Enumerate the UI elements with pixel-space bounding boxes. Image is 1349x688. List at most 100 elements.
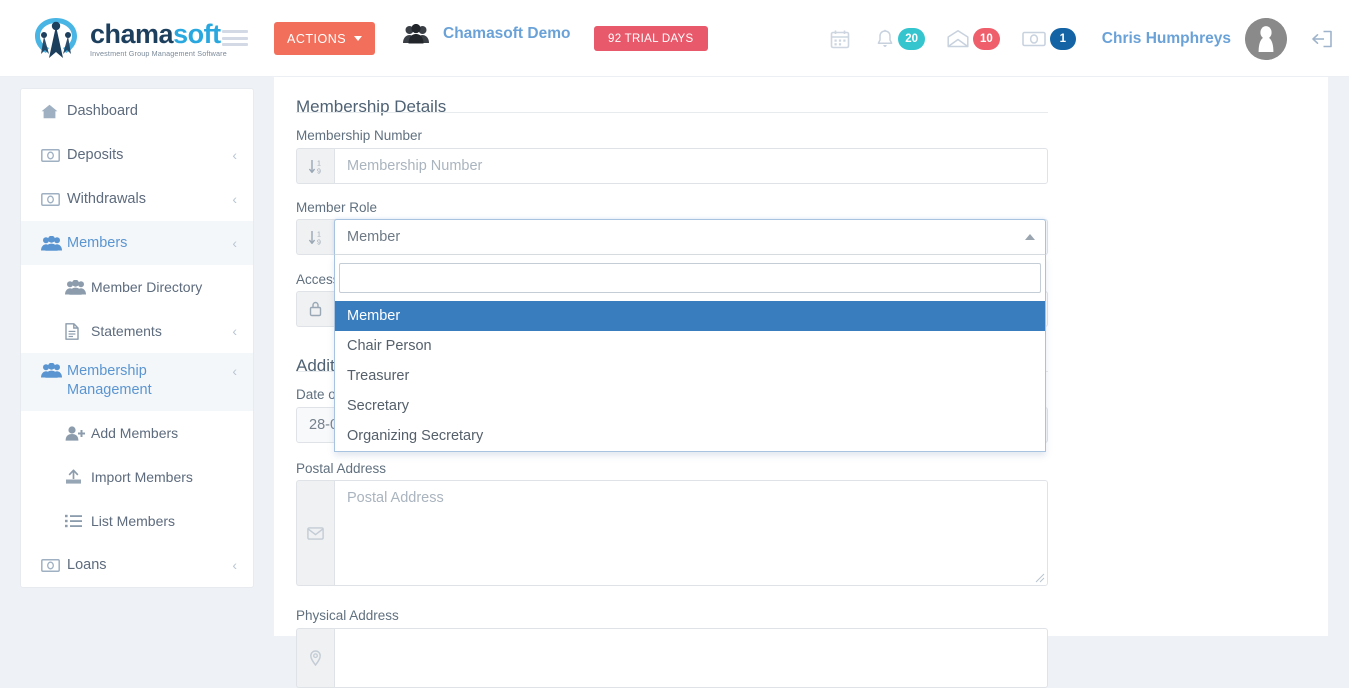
dropdown-option[interactable]: Secretary [335,391,1045,421]
membership-number-label: Membership Number [296,128,423,143]
notifications-button[interactable]: 20 [876,27,925,50]
messages-badge: 10 [973,27,1000,50]
lock-icon [296,291,334,327]
logo-word-chama: chama [90,18,174,49]
trial-days-badge[interactable]: 92 TRIAL DAYS [594,26,708,51]
current-group[interactable]: Chamasoft Demo [403,24,570,44]
member-role-dropdown: Member Chair Person Treasurer Secretary Orga… [334,255,1046,452]
sidebar-item-label: Statements [91,323,162,339]
group-icon [65,279,91,295]
menu-toggle-icon[interactable] [222,27,248,49]
map-marker-icon [296,628,334,688]
sidebar-item-membership-management[interactable]: Membership Management ‹ [21,353,253,411]
calendar-icon [830,30,850,48]
chevron-left-icon: ‹ [232,191,237,207]
hamburger-bar [222,36,248,40]
chamasoft-logo-icon [35,18,77,58]
sidebar-item-deposits[interactable]: Deposits ‹ [21,133,253,177]
sidebar-item-loans[interactable]: Loans ‹ [21,543,253,587]
dropdown-option[interactable]: Member [335,301,1045,331]
money-icon [41,558,67,572]
resize-handle-icon[interactable] [1035,573,1045,583]
physical-address-group[interactable] [296,628,1048,688]
trial-days-label: 92 TRIAL DAYS [608,32,694,45]
svg-text:1: 1 [317,231,321,238]
physical-address-textarea[interactable] [334,628,1048,688]
membership-number-input[interactable]: Membership Number [334,148,1048,184]
group-icon [403,24,429,44]
member-role-selected-value: Member [347,229,401,245]
money-icon [41,148,67,162]
top-navigation-bar: chamasoft Investment Group Management So… [0,0,1349,77]
group-icon [41,362,67,378]
upload-icon [65,469,91,485]
sidebar-item-label: Loans [67,557,107,573]
sidebar-item-label: Add Members [91,425,179,441]
logout-button[interactable] [1311,29,1333,49]
sidebar-item-label: Withdrawals [67,191,146,207]
dropdown-option[interactable]: Organizing Secretary [335,421,1045,451]
topbar-right-cluster: 20 10 1 Chris Humphreys [830,0,1333,77]
sidebar-item-label: List Members [91,513,176,529]
messages-button[interactable]: 10 [947,27,1000,50]
sort-numeric-icon: 1 9 [296,148,334,184]
envelope-icon [296,480,334,586]
postal-address-group[interactable]: Postal Address [296,480,1048,586]
chevron-left-icon: ‹ [232,363,237,379]
chevron-left-icon: ‹ [232,235,237,251]
dropdown-search-input[interactable] [339,263,1041,293]
logo-tagline: Investment Group Management Software [90,48,227,58]
svg-text:9: 9 [317,239,321,246]
money-icon [41,192,67,206]
date-field-label: Date o [296,387,336,402]
dropdown-options-list: Member Chair Person Treasurer Secretary Orga… [335,301,1045,451]
membership-number-input-group[interactable]: 1 9 Membership Number [296,148,1048,184]
member-role-select[interactable]: Member Member Chair Person Treasurer Secret… [334,219,1046,452]
document-icon [65,322,91,340]
sidebar-item-import-members[interactable]: Import Members [21,455,253,499]
chevron-left-icon: ‹ [232,147,237,163]
section-divider [296,112,1048,113]
actions-button[interactable]: ACTIONS [274,22,376,55]
sidebar-item-statements[interactable]: Statements ‹ [21,309,253,353]
user-avatar-icon [1245,17,1287,60]
svg-text:1: 1 [317,160,321,167]
sort-numeric-icon: 1 9 [296,219,334,255]
logout-icon [1312,30,1332,47]
postal-address-placeholder: Postal Address [347,490,444,506]
member-role-label: Member Role [296,200,378,215]
actions-button-label: ACTIONS [287,31,347,46]
dropdown-option[interactable]: Treasurer [335,361,1045,391]
dropdown-option[interactable]: Chair Person [335,331,1045,361]
sidebar-item-member-directory[interactable]: Member Directory [21,265,253,309]
postal-address-textarea[interactable]: Postal Address [334,480,1048,586]
avatar[interactable] [1245,17,1287,60]
chevron-up-icon [1025,234,1035,240]
sidebar-item-add-members[interactable]: Add Members [21,411,253,455]
sidebar-item-label: Members [67,235,128,251]
user-name-label[interactable]: Chris Humphreys [1102,30,1231,48]
sidebar-item-list-members[interactable]: List Members [21,499,253,543]
brand-logo[interactable]: chamasoft Investment Group Management So… [30,14,227,62]
chevron-down-icon [354,36,363,41]
physical-address-label: Physical Address [296,608,399,623]
sidebar-item-members[interactable]: Members ‹ [21,221,253,265]
hamburger-bar [222,43,248,46]
sidebar-navigation: Dashboard Deposits ‹ Withdrawals ‹ Members ‹ Me… [20,88,254,588]
sidebar-item-label: Import Members [91,469,193,485]
access-level-label: Access [296,272,340,287]
bell-icon [877,29,893,47]
postal-address-label: Postal Address [296,461,387,476]
sidebar-item-label: Member Directory [91,279,203,295]
sidebar-item-withdrawals[interactable]: Withdrawals ‹ [21,177,253,221]
calendar-button[interactable] [830,29,850,49]
chevron-left-icon: ‹ [232,557,237,573]
member-role-select-trigger[interactable]: Member [334,219,1046,255]
page-title: Membership Details [296,97,447,117]
envelope-icon [947,29,969,47]
transactions-button[interactable]: 1 [1021,27,1076,50]
home-icon [41,104,67,119]
sidebar-item-dashboard[interactable]: Dashboard [21,89,253,133]
sidebar-item-label: Dashboard [67,103,138,119]
sidebar-item-label: Deposits [67,147,124,163]
